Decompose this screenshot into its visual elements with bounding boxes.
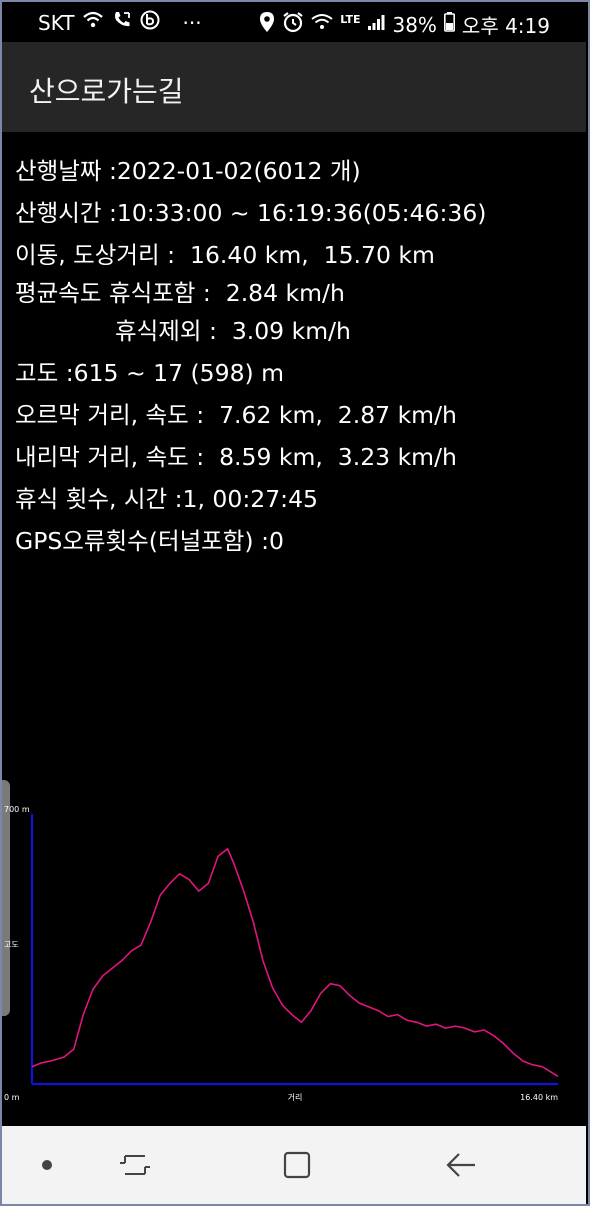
carrier-label: SKT: [38, 11, 75, 35]
hike-date-row: 산행날짜 :2022-01-02(6012 개): [15, 157, 361, 185]
elevation-line: [31, 847, 559, 1077]
avg-speed-excl-value: 3.09 km/h: [231, 317, 351, 345]
back-icon: [446, 1153, 475, 1177]
status-right: LTE 38% 오후 4:19: [259, 10, 550, 39]
app-bar: 산으로가는길: [2, 42, 586, 132]
battery-icon: [443, 11, 455, 38]
downhill-row: 내리막 거리, 속도 : 8.59 km, 3.23 km/h: [15, 443, 457, 471]
recent-apps-icon: [120, 1155, 150, 1175]
hike-time-value: 10:33:00 ~ 16:19:36(05:46:36): [116, 199, 487, 227]
uphill-row: 오르막 거리, 속도 : 7.62 km, 2.87 km/h: [15, 401, 457, 429]
b-app-icon: [140, 10, 160, 36]
gps-error-value: 0: [269, 527, 284, 555]
avg-speed-incl-value: 2.84 km/h: [225, 279, 345, 307]
navigation-bar: [2, 1126, 586, 1204]
x-tick-label-max: 16.40 km: [520, 1093, 558, 1102]
status-bar: SKT ··· LTE 38% 오후 4:19: [2, 2, 586, 42]
location-icon: [259, 11, 275, 39]
alarm-icon: [282, 11, 304, 39]
clock: 오후 4:19: [461, 14, 550, 38]
rest-label: 휴식 횟수, 시간: [15, 485, 168, 513]
downhill-value: 8.59 km, 3.23 km/h: [219, 443, 457, 471]
uphill-label: 오르막 거리, 속도: [15, 401, 189, 429]
wifi-call-icon: [82, 10, 104, 36]
y-axis-label: 고도: [4, 940, 19, 949]
x-tick-label-min: 0 m: [4, 1093, 20, 1102]
network-type-label: LTE: [340, 13, 361, 26]
back-button[interactable]: [416, 1126, 506, 1204]
altitude-row: 고도 :615 ~ 17 (598) m: [15, 359, 285, 387]
app-title: 산으로가는길: [29, 75, 184, 108]
status-left: SKT ···: [38, 10, 202, 36]
gps-error-row: GPS오류횟수(터널포함) :0: [15, 527, 284, 555]
dot-icon: [42, 1160, 52, 1170]
home-icon: [283, 1151, 311, 1179]
hike-date-value: 2022-01-02(6012 개): [116, 157, 361, 185]
rest-value: 1, 00:27:45: [182, 485, 318, 513]
wifi-icon: [311, 13, 333, 37]
avg-speed-row: 평균속도 휴식포함 : 2.84 km/h: [15, 279, 345, 307]
gps-error-label: GPS오류횟수(터널포함): [15, 527, 254, 555]
home-button[interactable]: [252, 1126, 342, 1204]
phone-call-icon: [112, 10, 132, 36]
altitude-value: 615 ~ 17 (598) m: [73, 359, 285, 387]
distance-value: 16.40 km, 15.70 km: [190, 241, 435, 269]
x-axis-label: 거리: [288, 1093, 303, 1102]
downhill-label: 내리막 거리, 속도: [15, 443, 189, 471]
battery-percent: 38%: [392, 12, 437, 37]
altitude-label: 고도: [15, 359, 59, 387]
elevation-chart: 700 m 고도 0 m 거리 16.40 km: [4, 805, 559, 1102]
avg-speed-excl-row: 휴식제외 : 3.09 km/h: [115, 317, 351, 345]
stats-panel: 산행날짜 :2022-01-02(6012 개) 산행시간 :10:33:00 …: [15, 150, 486, 562]
hike-date-label: 산행날짜: [15, 157, 102, 185]
signal-icon: [367, 13, 385, 37]
nav-dot-button[interactable]: [2, 1126, 92, 1204]
distance-label: 이동, 도상거리: [15, 241, 160, 269]
hike-time-row: 산행시간 :10:33:00 ~ 16:19:36(05:46:36): [15, 199, 487, 227]
avg-speed-label: 평균속도 휴식포함: [15, 279, 196, 307]
recent-apps-button[interactable]: [90, 1126, 180, 1204]
distance-row: 이동, 도상거리 : 16.40 km, 15.70 km: [15, 241, 435, 269]
avg-speed-excl-label: 휴식제외: [115, 317, 202, 345]
y-tick-label-max: 700 m: [4, 805, 30, 814]
uphill-value: 7.62 km, 2.87 km/h: [219, 401, 457, 429]
hike-time-label: 산행시간: [15, 199, 102, 227]
rest-row: 휴식 횟수, 시간 :1, 00:27:45: [15, 485, 318, 513]
more-notifications: ···: [182, 11, 202, 35]
